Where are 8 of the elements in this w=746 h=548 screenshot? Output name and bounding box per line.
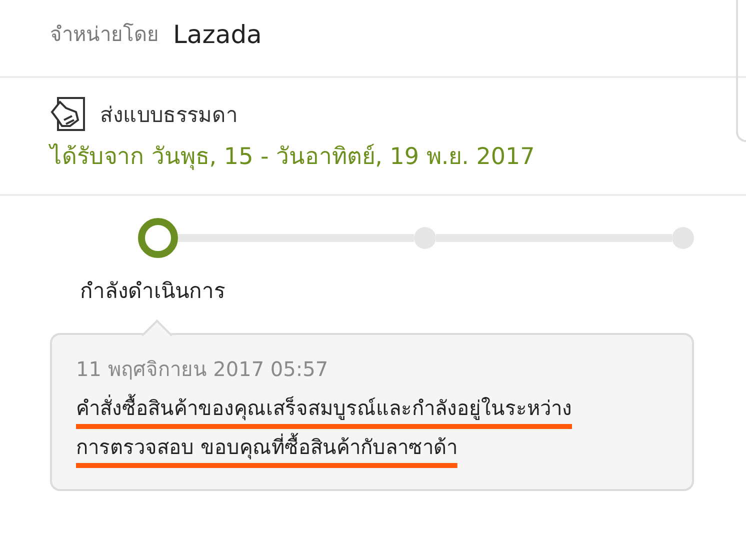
parcel-hand-icon xyxy=(50,96,86,132)
seller-label: จำหน่ายโดย xyxy=(50,21,159,48)
delivery-date: ได้รับจาก วันพุธ, 15 - วันอาทิตย์, 19 พ.ย. 2017 xyxy=(50,142,536,172)
shipping-method: ส่งแบบธรรมดา xyxy=(100,102,238,128)
step-label: กำลังดำเนินการ xyxy=(80,278,225,305)
status-time: 11 พฤศจิกายน 2017 05:57 xyxy=(76,356,330,383)
seller-name: Lazada xyxy=(173,20,262,48)
status-message: คำสั่งซื้อสินค้าของคุณเสร็จสมบูรณ์และกำลังอยู่ในระหว่าง การตรวจสอบ ขอบคุณที่ซื้อสินค้ากับลาซาด้า xyxy=(76,389,596,467)
